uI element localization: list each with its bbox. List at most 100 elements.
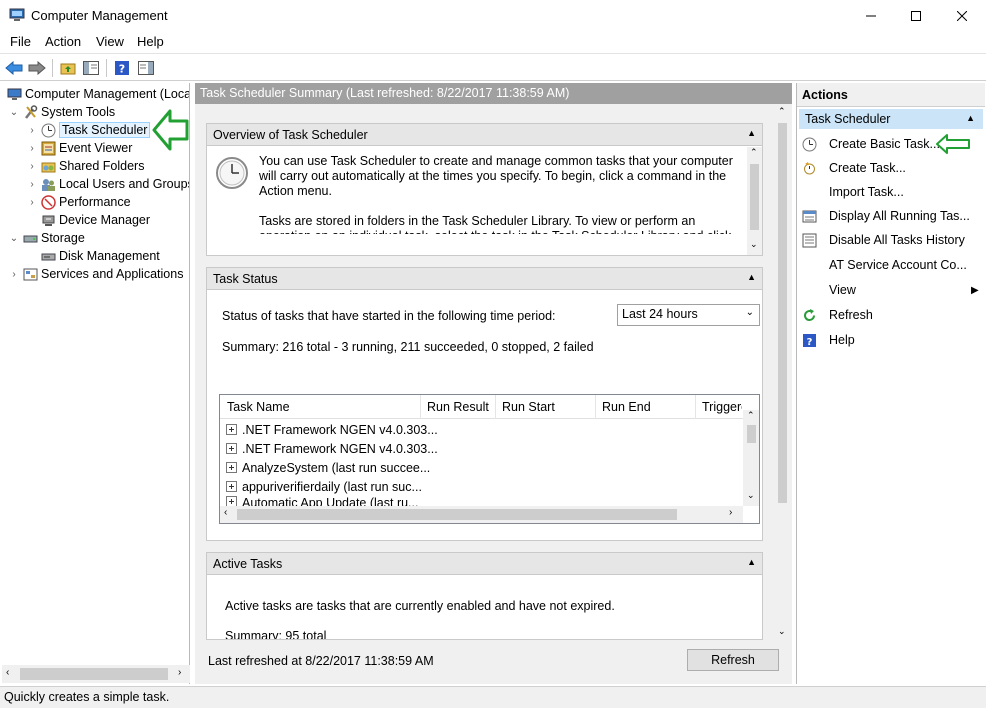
action-at-service-account[interactable]: AT Service Account Co... [801, 255, 967, 275]
tree-item-system-tools[interactable]: ⌄ System Tools [8, 103, 115, 121]
column-divider[interactable] [595, 395, 596, 419]
action-refresh[interactable]: Refresh [801, 305, 873, 325]
refresh-button[interactable]: Refresh [687, 649, 779, 671]
actions-subheader-task-scheduler[interactable]: Task Scheduler ▲ [799, 109, 983, 129]
scrollbar-thumb[interactable] [20, 668, 168, 680]
minimize-button[interactable] [848, 0, 894, 32]
console-tree-icon [83, 61, 99, 75]
task-name-cell: appuriverifierdaily (last run suc... [242, 479, 422, 494]
collapse-icon[interactable]: ▲ [966, 113, 975, 123]
forward-button[interactable] [27, 58, 47, 78]
column-header-run-end[interactable]: Run End [602, 400, 651, 414]
action-help[interactable]: ? Help [801, 330, 855, 350]
scroll-up-icon[interactable]: ⌃ [747, 410, 755, 421]
task-status-section-header[interactable]: Task Status ▲ [207, 268, 762, 290]
tree-item-computer-management[interactable]: Computer Management (Local [4, 85, 189, 103]
table-row[interactable]: appuriverifierdaily (last run suc... [226, 477, 422, 496]
expand-chevron-icon[interactable]: › [26, 161, 38, 172]
collapse-icon[interactable]: ▲ [747, 128, 756, 138]
active-tasks-section-header[interactable]: Active Tasks ▲ [207, 553, 762, 575]
scrollbar-thumb[interactable] [750, 164, 759, 230]
scroll-down-icon[interactable]: ⌄ [750, 239, 758, 250]
up-one-level-button[interactable] [58, 58, 78, 78]
scroll-up-icon[interactable]: ⌃ [778, 106, 786, 117]
scroll-right-icon[interactable]: › [178, 667, 181, 678]
scroll-down-icon[interactable]: ⌄ [778, 626, 786, 637]
column-divider[interactable] [420, 395, 421, 419]
expand-chevron-icon[interactable]: › [26, 125, 38, 136]
section-title: Overview of Task Scheduler [213, 128, 368, 142]
tree-item-disk-management[interactable]: Disk Management [26, 247, 160, 265]
show-hide-console-tree-button[interactable] [81, 58, 101, 78]
show-hide-action-pane-button[interactable] [136, 58, 156, 78]
collapse-icon[interactable]: ▲ [747, 272, 756, 282]
expand-plus-icon[interactable] [226, 462, 237, 473]
overview-section-header[interactable]: Overview of Task Scheduler ▲ [207, 124, 762, 146]
svg-text:?: ? [119, 63, 125, 76]
scrollbar-thumb[interactable] [778, 123, 787, 503]
action-import-task[interactable]: Import Task... [801, 182, 904, 202]
scrollbar-thumb[interactable] [237, 509, 677, 520]
action-view[interactable]: View ▶ [801, 280, 979, 300]
help-toolbar-button[interactable]: ? [112, 58, 132, 78]
tree-item-label: System Tools [41, 105, 116, 119]
action-create-basic-task[interactable]: Create Basic Task... [801, 134, 940, 154]
minimize-icon [866, 15, 876, 17]
menu-help[interactable]: Help [137, 34, 164, 49]
expand-chevron-icon[interactable]: ⌄ [8, 233, 20, 244]
table-horizontal-scrollbar[interactable]: ‹ › [220, 506, 743, 523]
overview-section: Overview of Task Scheduler ▲ You can use… [206, 123, 763, 256]
back-button[interactable] [4, 58, 24, 78]
menu-file[interactable]: File [10, 34, 31, 49]
column-header-run-result[interactable]: Run Result [427, 400, 489, 414]
collapse-icon[interactable]: ▲ [747, 557, 756, 567]
tree-item-event-viewer[interactable]: › Event Viewer [26, 139, 132, 157]
table-row[interactable]: AnalyzeSystem (last run succee... [226, 458, 430, 477]
tree-item-services-applications[interactable]: › Services and Applications [8, 265, 183, 283]
scrollbar-thumb[interactable] [747, 425, 756, 443]
scroll-left-icon[interactable]: ‹ [6, 667, 9, 678]
tree-item-device-manager[interactable]: Device Manager [26, 211, 150, 229]
scroll-left-icon[interactable]: ‹ [224, 507, 227, 518]
column-divider[interactable] [495, 395, 496, 419]
table-row[interactable]: .NET Framework NGEN v4.0.303... [226, 420, 438, 439]
menu-action[interactable]: Action [45, 34, 81, 49]
tree-item-performance[interactable]: › Performance [26, 193, 131, 211]
maximize-button[interactable] [893, 0, 939, 32]
scroll-up-icon[interactable]: ⌃ [750, 147, 758, 158]
expand-chevron-icon[interactable]: › [8, 269, 20, 280]
expand-plus-icon[interactable] [226, 481, 237, 492]
column-header-run-start[interactable]: Run Start [502, 400, 555, 414]
toolbar-separator [106, 59, 107, 77]
menu-view[interactable]: View [96, 34, 124, 49]
action-display-all-running-tasks[interactable]: Display All Running Tas... [801, 206, 970, 226]
tree-item-shared-folders[interactable]: › Shared Folders [26, 157, 144, 175]
summary-vertical-scrollbar[interactable]: ⌃ ⌄ [775, 106, 790, 641]
expand-chevron-icon[interactable]: › [26, 143, 38, 154]
table-row[interactable]: .NET Framework NGEN v4.0.303... [226, 439, 438, 458]
expand-chevron-icon[interactable]: › [26, 197, 38, 208]
action-create-task[interactable]: Create Task... [801, 158, 906, 178]
scroll-down-icon[interactable]: ⌄ [747, 490, 755, 501]
tree-item-storage[interactable]: ⌄ Storage [8, 229, 85, 247]
action-disable-all-tasks-history[interactable]: Disable All Tasks History [801, 230, 965, 250]
column-header-task-name[interactable]: Task Name [227, 400, 290, 414]
table-row[interactable]: Automatic App Update (last ru... [226, 496, 418, 506]
table-vertical-scrollbar[interactable]: ⌃ ⌄ [743, 410, 759, 506]
console-tree-horizontal-scrollbar[interactable]: ‹ › [2, 665, 190, 683]
time-period-dropdown[interactable]: Last 24 hours ⌄ [617, 304, 760, 326]
expand-plus-icon[interactable] [226, 443, 237, 454]
scroll-right-icon[interactable]: › [729, 507, 732, 518]
overview-scrollbar[interactable]: ⌃ ⌄ [747, 147, 762, 255]
tree-item-local-users-groups[interactable]: › Local Users and Groups [26, 175, 189, 193]
column-header-triggered-by[interactable]: Triggere [702, 400, 742, 414]
expand-plus-icon[interactable] [226, 496, 237, 506]
expand-plus-icon[interactable] [226, 424, 237, 435]
expand-chevron-icon[interactable]: ⌄ [8, 107, 20, 118]
close-button[interactable] [939, 0, 985, 32]
tree-item-task-scheduler[interactable]: › Task Scheduler [26, 121, 151, 139]
expand-chevron-icon[interactable]: › [26, 179, 38, 190]
task-name-cell: AnalyzeSystem (last run succee... [242, 460, 431, 475]
column-divider[interactable] [695, 395, 696, 419]
shared-folder-icon [40, 158, 56, 174]
